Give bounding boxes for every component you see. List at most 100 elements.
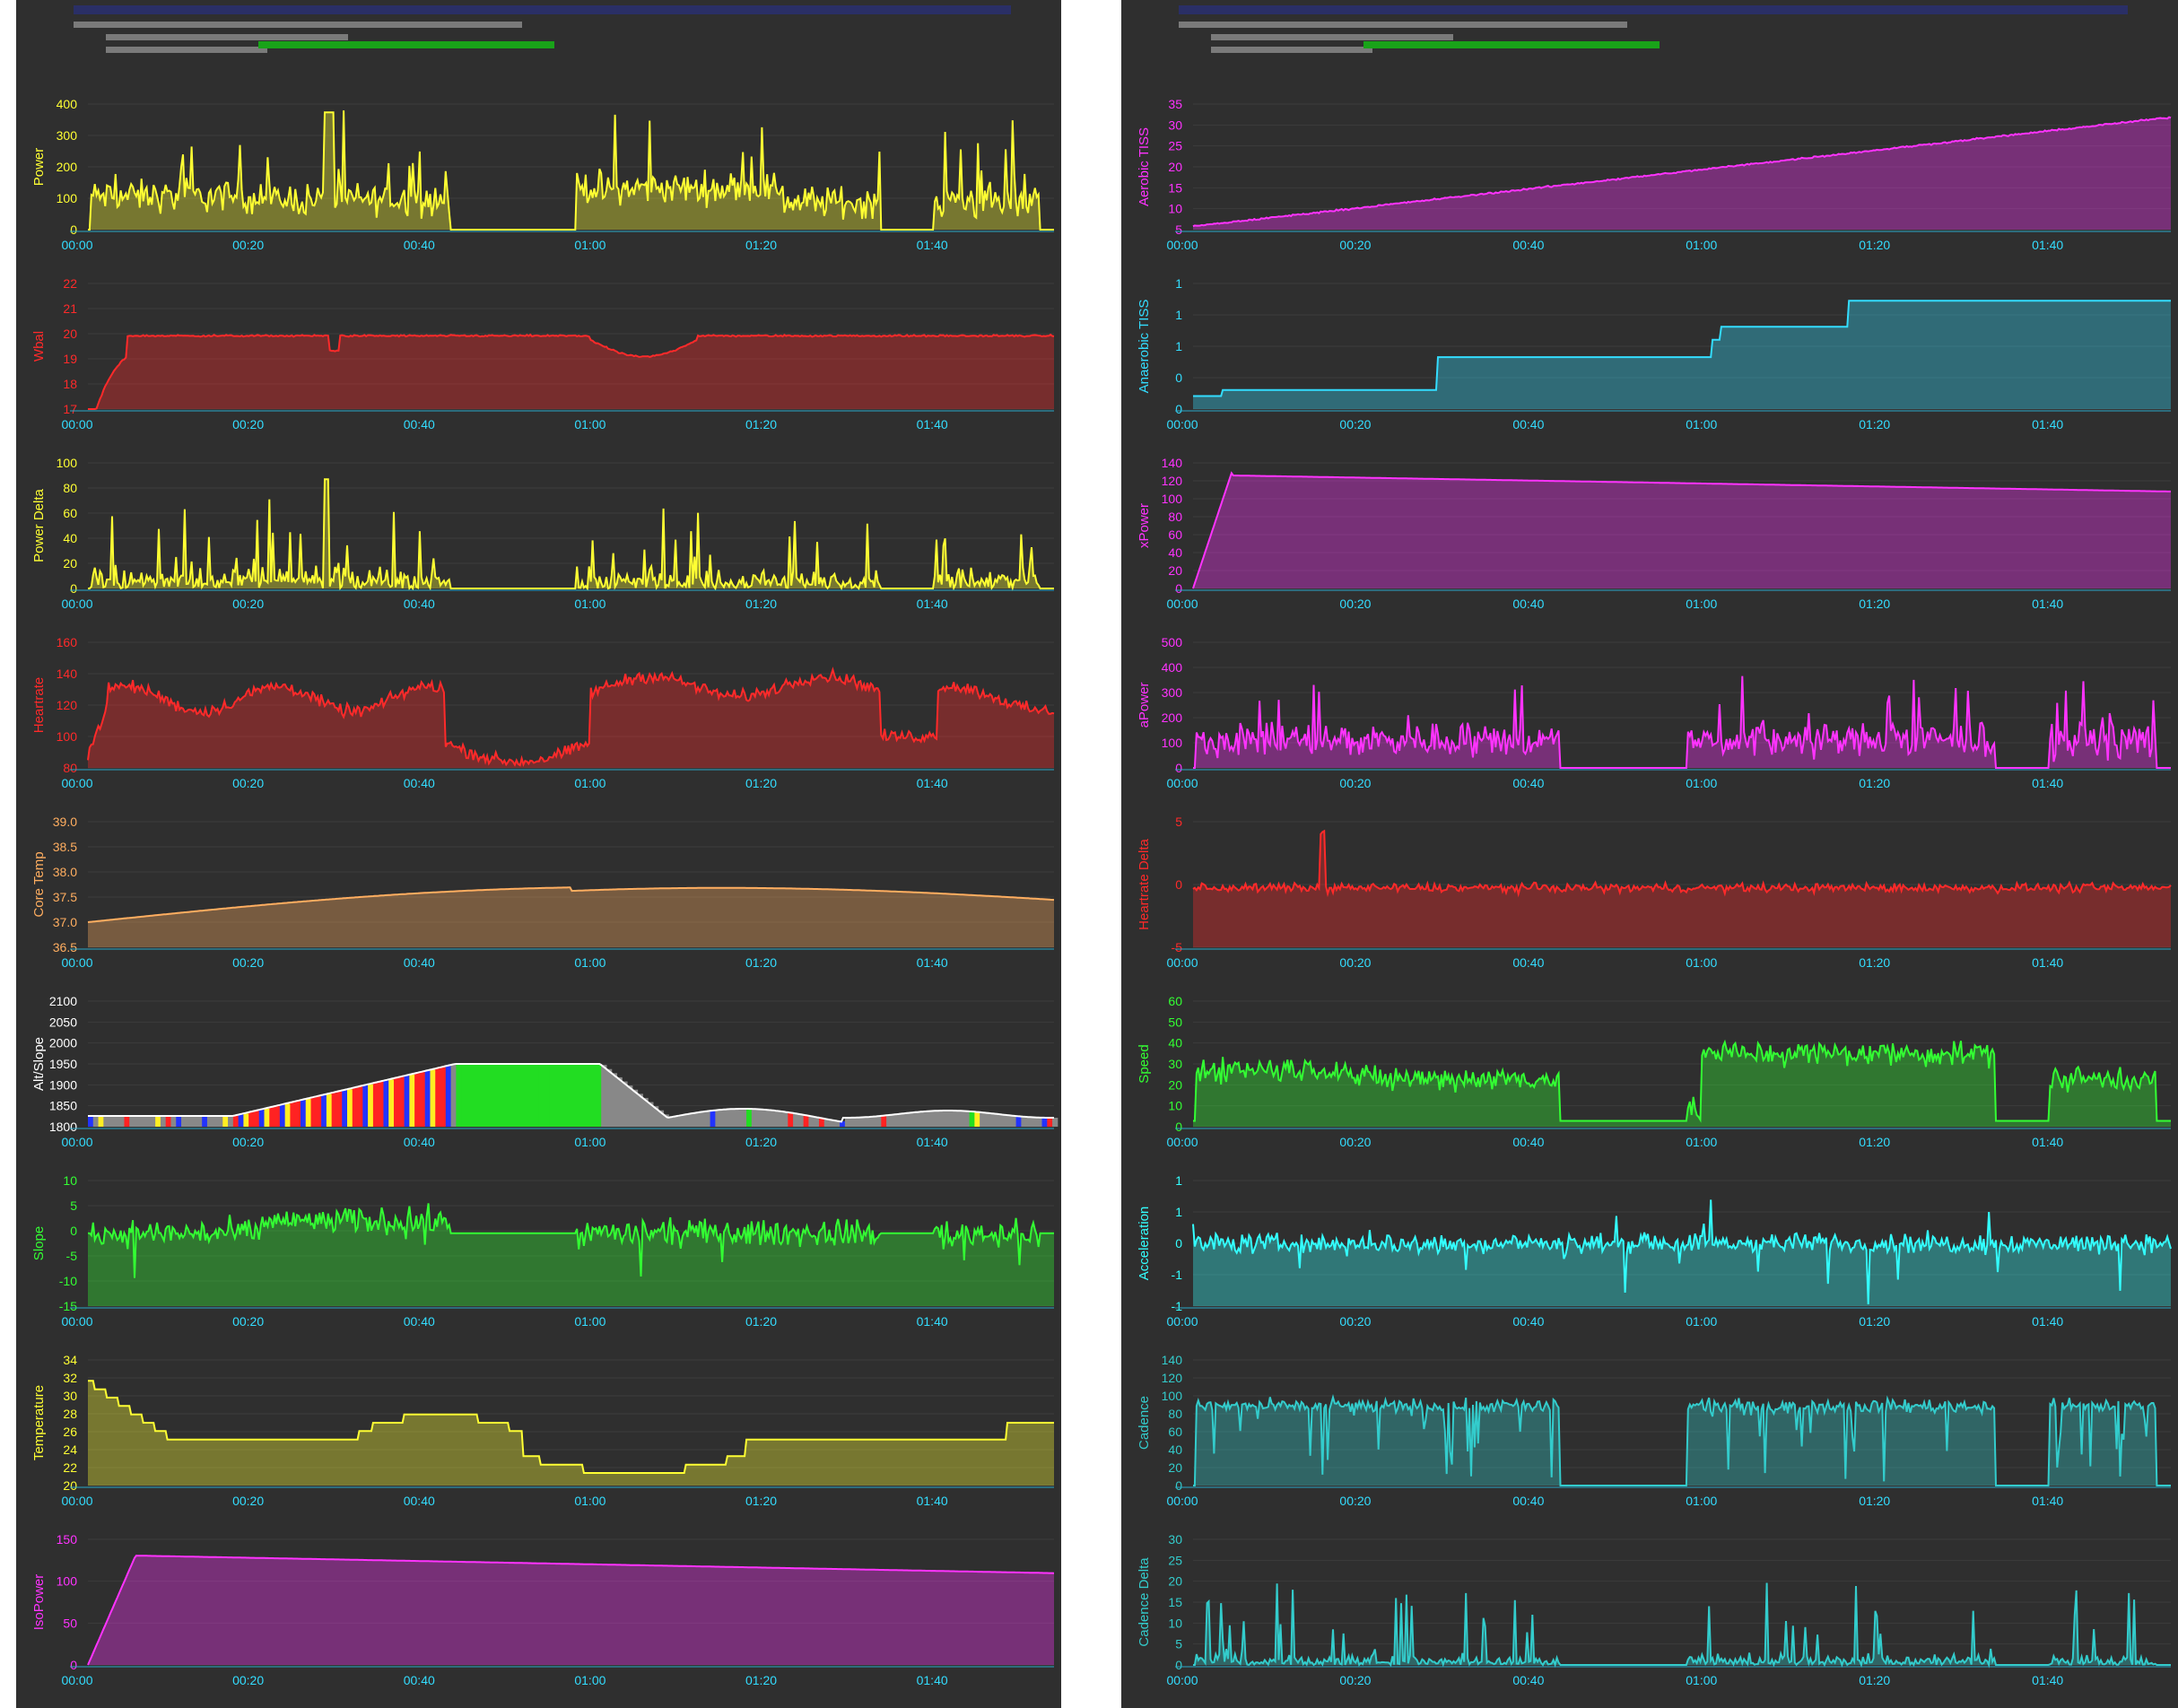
x-tick-label: 00:00 bbox=[1166, 417, 1198, 431]
x-tick-label: 00:40 bbox=[404, 597, 435, 611]
right-chart-panel: 5 10 15 20 25 30 35 Aerobic TISS 00:00 00:20 00:40… bbox=[1121, 0, 2178, 1708]
y-tick-label: 1 bbox=[1175, 339, 1182, 353]
y-tick-label: 40 bbox=[1168, 1036, 1182, 1050]
x-tick-label: 00:40 bbox=[404, 238, 435, 252]
y-tick-label: 20 bbox=[63, 1478, 77, 1493]
y-tick-label: 0 bbox=[1175, 1236, 1182, 1250]
x-tick-label: 00:00 bbox=[1166, 1673, 1198, 1687]
series-area bbox=[1193, 1041, 2171, 1127]
y-tick-label: 5 bbox=[70, 1198, 77, 1213]
y-tick-label: 15 bbox=[1168, 1595, 1182, 1609]
slope-bar bbox=[684, 1114, 690, 1127]
y-tick-label: 60 bbox=[1168, 994, 1182, 1008]
slope-bar bbox=[601, 1065, 607, 1127]
slope-bar bbox=[605, 1068, 613, 1127]
x-tick-label: 01:20 bbox=[745, 1494, 777, 1508]
chart-acceleration: -1 -1 0 1 1 Acceleration 00:00 00:20 00:40 01:00 0… bbox=[1137, 1173, 2172, 1329]
slope-bar bbox=[342, 1090, 348, 1127]
y-tick-label: 0 bbox=[70, 222, 77, 237]
slope-bar bbox=[135, 1116, 141, 1127]
slope-bar bbox=[896, 1114, 902, 1127]
y-tick-label: 21 bbox=[63, 301, 77, 316]
y-tick-label: 300 bbox=[57, 128, 78, 143]
x-tick-label: 00:40 bbox=[404, 776, 435, 790]
slope-bar bbox=[585, 1064, 592, 1127]
y-tick-label: 500 bbox=[1162, 635, 1183, 649]
x-tick-label: 00:20 bbox=[232, 776, 264, 790]
chart-wbal: 17 18 19 20 21 22 Wbal 00:00 00:20 00:40 01:00 01:2… bbox=[31, 276, 1055, 431]
x-tick-label: 01:00 bbox=[1686, 1314, 1717, 1329]
slope-bar bbox=[1026, 1117, 1032, 1127]
summary-bar bbox=[106, 34, 348, 40]
chart-temperature: 20 22 24 26 28 30 32 34 Temperature 00:00 00:20 00:… bbox=[31, 1353, 1054, 1508]
y-tick-label: 100 bbox=[57, 1574, 78, 1589]
slope-bar bbox=[756, 1109, 762, 1127]
slope-bar bbox=[746, 1109, 753, 1127]
slope-bar bbox=[238, 1114, 244, 1127]
y-tick-label: 20 bbox=[1168, 563, 1182, 578]
x-tick-label: 01:20 bbox=[745, 776, 777, 790]
x-tick-label: 01:20 bbox=[1859, 597, 1890, 611]
y-tick-label: 50 bbox=[63, 1616, 77, 1630]
slope-bar bbox=[155, 1116, 161, 1127]
slope-bar bbox=[1000, 1114, 1006, 1127]
x-tick-label: 01:20 bbox=[745, 955, 777, 970]
summary-strip bbox=[1179, 5, 2128, 14]
x-tick-label: 01:00 bbox=[1686, 417, 1717, 431]
x-tick-label: 00:20 bbox=[1339, 1673, 1371, 1687]
y-axis-label: Cadence Delta bbox=[1137, 1557, 1152, 1647]
x-tick-label: 00:40 bbox=[404, 1494, 435, 1508]
slope-bar bbox=[398, 1076, 405, 1127]
slope-bar bbox=[538, 1064, 545, 1127]
chart-core-temp: 36.5 37.0 37.5 38.0 38.5 39.0 Core Temp 00:00 00… bbox=[31, 815, 1055, 970]
slope-bar bbox=[575, 1064, 581, 1127]
slope-bar bbox=[274, 1106, 281, 1127]
y-tick-label: 20 bbox=[1168, 160, 1182, 174]
series-area bbox=[88, 1556, 1054, 1665]
x-tick-label: 01:00 bbox=[1686, 955, 1717, 970]
y-tick-label: 28 bbox=[63, 1407, 77, 1421]
x-tick-label: 01:00 bbox=[574, 776, 605, 790]
slope-bar bbox=[331, 1093, 337, 1127]
x-tick-label: 00:20 bbox=[1339, 417, 1371, 431]
x-tick-label: 00:20 bbox=[1339, 955, 1371, 970]
slope-bar bbox=[870, 1116, 877, 1127]
y-tick-label: 140 bbox=[1162, 456, 1183, 470]
slope-bar bbox=[948, 1111, 954, 1127]
x-tick-label: 01:00 bbox=[574, 955, 605, 970]
x-tick-label: 01:00 bbox=[1686, 1673, 1717, 1687]
x-tick-label: 00:40 bbox=[1512, 955, 1544, 970]
x-tick-label: 01:40 bbox=[917, 1314, 948, 1329]
y-axis-label: Heartrate Delta bbox=[1137, 838, 1152, 929]
summary-bar-highlight bbox=[258, 41, 554, 48]
x-tick-label: 01:40 bbox=[917, 417, 948, 431]
slope-bar bbox=[1031, 1117, 1038, 1127]
x-tick-label: 00:40 bbox=[404, 955, 435, 970]
y-tick-label: 2050 bbox=[49, 1015, 77, 1029]
slope-bar bbox=[321, 1094, 327, 1127]
chart-aerobic-tiss: 5 10 15 20 25 30 35 Aerobic TISS 00:00 00:20 00:40… bbox=[1137, 97, 2172, 252]
chart-xpower: 0 20 40 60 80 100 120 140 xPower 00:00 00:20 00:40 0… bbox=[1137, 456, 2171, 611]
y-tick-label: 30 bbox=[1168, 1057, 1182, 1071]
y-tick-label: 0 bbox=[1175, 581, 1182, 596]
y-tick-label: 18 bbox=[63, 377, 77, 391]
x-tick-label: 00:40 bbox=[1512, 1673, 1544, 1687]
y-tick-label: 80 bbox=[1168, 510, 1182, 524]
y-tick-label: 100 bbox=[57, 456, 78, 470]
slope-bar bbox=[228, 1116, 234, 1127]
x-tick-label: 00:20 bbox=[1339, 1494, 1371, 1508]
y-axis-label: Alt/Slope bbox=[31, 1037, 47, 1091]
slope-bar bbox=[139, 1116, 146, 1127]
y-tick-label: 2100 bbox=[49, 994, 77, 1008]
x-tick-label: 01:00 bbox=[574, 1494, 605, 1508]
slope-bar bbox=[902, 1113, 908, 1127]
y-tick-label: 20 bbox=[1168, 1574, 1182, 1589]
slope-bar bbox=[881, 1115, 887, 1127]
y-tick-label: 26 bbox=[63, 1425, 77, 1439]
slope-bar bbox=[248, 1111, 255, 1127]
slope-bar bbox=[762, 1109, 768, 1127]
slope-bar bbox=[424, 1070, 431, 1127]
slope-bar bbox=[316, 1096, 322, 1127]
y-tick-label: 30 bbox=[1168, 118, 1182, 132]
y-tick-label: 5 bbox=[1175, 222, 1182, 237]
